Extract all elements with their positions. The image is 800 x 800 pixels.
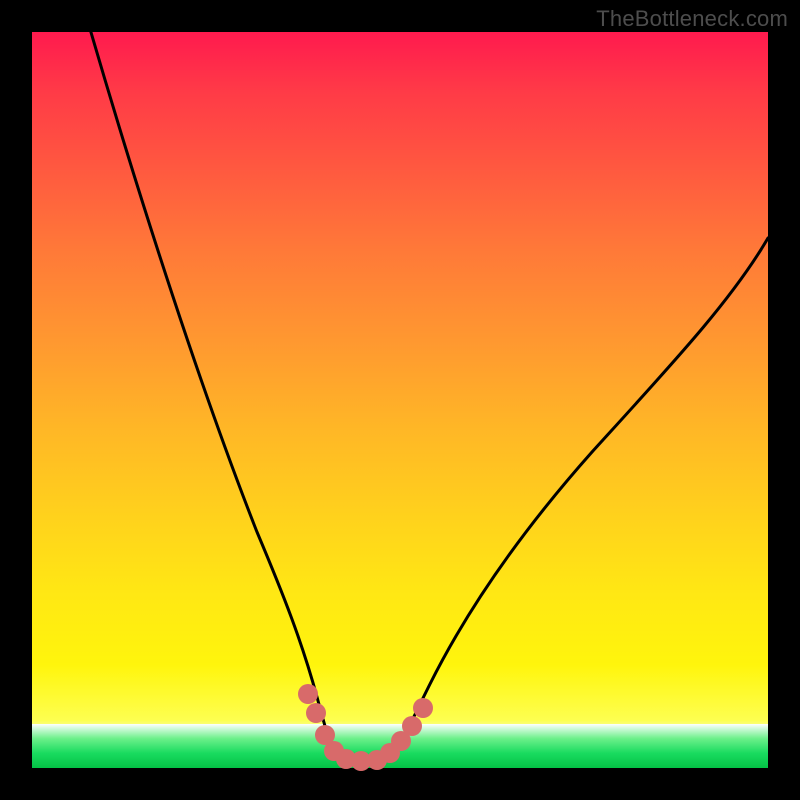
marker-dot (413, 698, 433, 718)
bottleneck-curve (91, 32, 768, 762)
marker-dot (306, 703, 326, 723)
marker-dot (402, 716, 422, 736)
marker-dot (298, 684, 318, 704)
watermark-text: TheBottleneck.com (596, 6, 788, 32)
chart-frame: TheBottleneck.com (0, 0, 800, 800)
curve-layer (32, 32, 768, 768)
plot-area (32, 32, 768, 768)
